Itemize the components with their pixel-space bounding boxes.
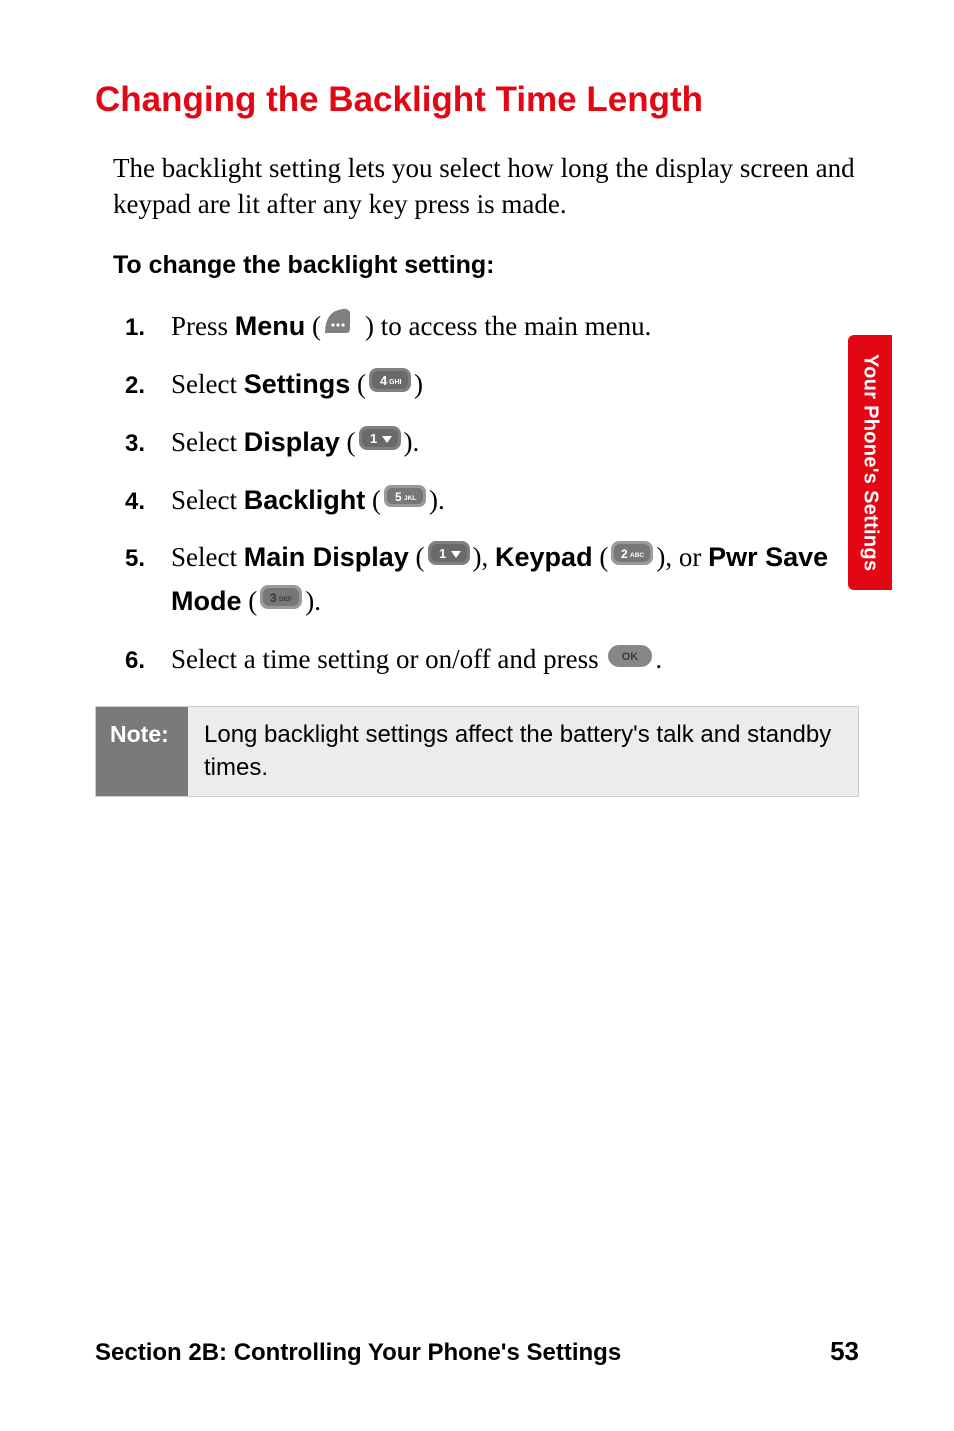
svg-text:DEF: DEF (279, 596, 292, 603)
ok-key-icon: OK (607, 639, 653, 681)
step-body: Select Backlight (5JKL). (171, 480, 859, 524)
step-number: 5. (125, 540, 171, 577)
svg-text:3: 3 (270, 591, 277, 605)
svg-text:4: 4 (380, 373, 388, 388)
step-number: 6. (125, 642, 171, 679)
display-label: Display (244, 427, 340, 457)
step-body: Select a time setting or on/off and pres… (171, 639, 859, 683)
svg-text:OK: OK (622, 651, 639, 663)
note-label: Note: (96, 707, 188, 796)
key-2-icon: 2ABC (610, 537, 654, 579)
step-body: Select Main Display (1), Keypad (2ABC), … (171, 537, 859, 624)
page: Changing the Backlight Time Length The b… (0, 0, 954, 1431)
menu-label: Menu (235, 311, 306, 341)
settings-label: Settings (244, 369, 351, 399)
side-tab: Your Phone's Settings (848, 335, 892, 590)
key-1-icon: 1 (427, 537, 471, 579)
footer-section: Section 2B: Controlling Your Phone's Set… (95, 1339, 621, 1367)
step-body: Select Settings (4GHI) (171, 364, 859, 408)
step-1: 1. Press Menu () to access the main menu… (125, 306, 859, 350)
page-footer: Section 2B: Controlling Your Phone's Set… (95, 1336, 859, 1367)
svg-text:2: 2 (621, 547, 628, 561)
step-number: 1. (125, 309, 171, 346)
step-body: Press Menu () to access the main menu. (171, 306, 859, 350)
svg-text:1: 1 (439, 546, 446, 561)
step-6: 6. Select a time setting or on/off and p… (125, 639, 859, 683)
note-text: Long backlight settings affect the batte… (188, 707, 858, 796)
svg-text:GHI: GHI (389, 379, 402, 386)
backlight-label: Backlight (244, 485, 366, 515)
key-1-icon: 1 (358, 422, 402, 464)
keypad-label: Keypad (495, 542, 593, 572)
note-box: Note: Long backlight settings affect the… (95, 706, 859, 797)
step-3: 3. Select Display (1). (125, 422, 859, 466)
steps-list: 1. Press Menu () to access the main menu… (125, 306, 859, 683)
main-display-label: Main Display (244, 542, 409, 572)
svg-text:ABC: ABC (630, 552, 644, 559)
menu-key-icon (323, 305, 363, 348)
key-4-icon: 4GHI (368, 364, 412, 406)
step-number: 4. (125, 483, 171, 520)
step-2: 2. Select Settings (4GHI) (125, 364, 859, 408)
step-number: 3. (125, 425, 171, 462)
key-5-icon: 5JKL (383, 479, 427, 521)
page-heading: Changing the Backlight Time Length (95, 80, 859, 120)
step-number: 2. (125, 367, 171, 404)
subheading: To change the backlight setting: (113, 251, 859, 280)
step-body: Select Display (1). (171, 422, 859, 466)
step-4: 4. Select Backlight (5JKL). (125, 480, 859, 524)
page-number: 53 (830, 1336, 859, 1367)
svg-text:JKL: JKL (404, 495, 416, 502)
intro-paragraph: The backlight setting lets you select ho… (113, 150, 859, 223)
key-3-icon: 3DEF (259, 581, 303, 623)
step-5: 5. Select Main Display (1), Keypad (2ABC… (125, 537, 859, 624)
svg-text:5: 5 (395, 490, 402, 504)
side-tab-label: Your Phone's Settings (859, 354, 882, 571)
svg-text:1: 1 (370, 431, 377, 446)
